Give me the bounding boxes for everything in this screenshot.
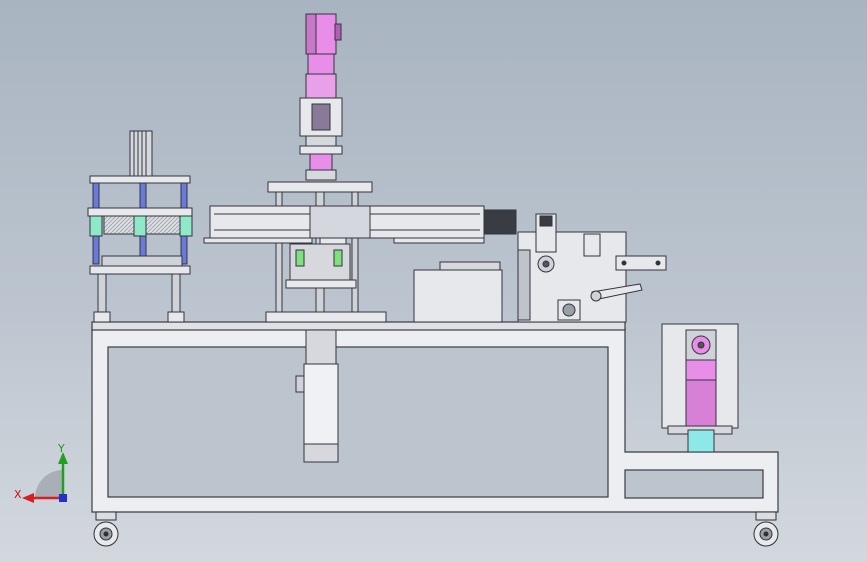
caster-left bbox=[93, 511, 119, 547]
axis-triad: X Y bbox=[14, 442, 68, 503]
left-press-station bbox=[87, 130, 193, 323]
cad-viewport[interactable]: X Y bbox=[0, 0, 867, 562]
caster-right bbox=[753, 511, 779, 547]
x-axis-label: X bbox=[14, 488, 22, 501]
right-motor-unit bbox=[661, 323, 739, 453]
y-axis-label: Y bbox=[57, 442, 65, 455]
machine-drawing: X Y bbox=[14, 13, 779, 547]
